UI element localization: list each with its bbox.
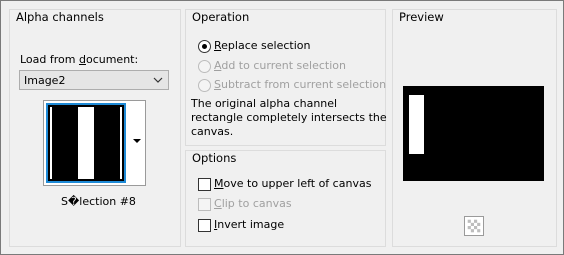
move-to-upper-left-label[interactable]: Move to upper left of canvas — [214, 177, 371, 190]
thumbnail-right-edge — [120, 107, 122, 179]
preview-selection-shape — [409, 95, 424, 154]
chevron-down-icon — [153, 77, 163, 83]
alpha-channels-title: Alpha channels — [16, 10, 104, 24]
zoom-checker-icon[interactable] — [464, 216, 484, 236]
triangle-down-icon — [133, 139, 141, 143]
alpha-channel-thumbnail-picker[interactable] — [43, 100, 146, 186]
subtract-from-current-selection-radio[interactable] — [198, 79, 211, 92]
operation-description-line-2: rectangle completely intersects the — [191, 111, 387, 124]
dialog-frame: Alpha channels Load from document: Image… — [0, 0, 564, 255]
thumbnail-left-edge — [50, 107, 52, 179]
options-title: Options — [192, 151, 237, 165]
invert-image-checkbox[interactable] — [198, 219, 211, 232]
add-to-current-selection-label[interactable]: Add to current selection — [214, 59, 346, 72]
clip-to-canvas-label[interactable]: Clip to canvas — [214, 197, 292, 210]
thumbnail-menu-button[interactable] — [128, 101, 145, 185]
operation-title: Operation — [192, 10, 250, 24]
replace-selection-radio[interactable] — [198, 40, 211, 53]
add-to-current-selection-radio[interactable] — [198, 60, 211, 73]
selection-name: S�lection #8 — [61, 195, 136, 208]
preview-title: Preview — [399, 10, 444, 24]
operation-description-line-1: The original alpha channel — [191, 97, 338, 110]
document-select[interactable]: Image2 — [19, 70, 169, 90]
alpha-channel-thumbnail[interactable] — [46, 103, 126, 183]
invert-image-label[interactable]: Invert image — [214, 218, 284, 231]
clip-to-canvas-checkbox[interactable] — [198, 198, 211, 211]
preview-image — [403, 86, 544, 181]
replace-selection-label[interactable]: Replace selection — [214, 39, 310, 52]
load-from-document-label: Load from document: — [20, 53, 139, 66]
thumbnail-white-stripe — [78, 107, 94, 179]
document-select-value: Image2 — [24, 74, 66, 87]
radio-selected-dot — [202, 44, 207, 49]
operation-description-line-3: canvas. — [191, 125, 234, 138]
subtract-from-current-selection-label[interactable]: Subtract from current selection — [214, 78, 386, 91]
move-to-upper-left-checkbox[interactable] — [198, 178, 211, 191]
